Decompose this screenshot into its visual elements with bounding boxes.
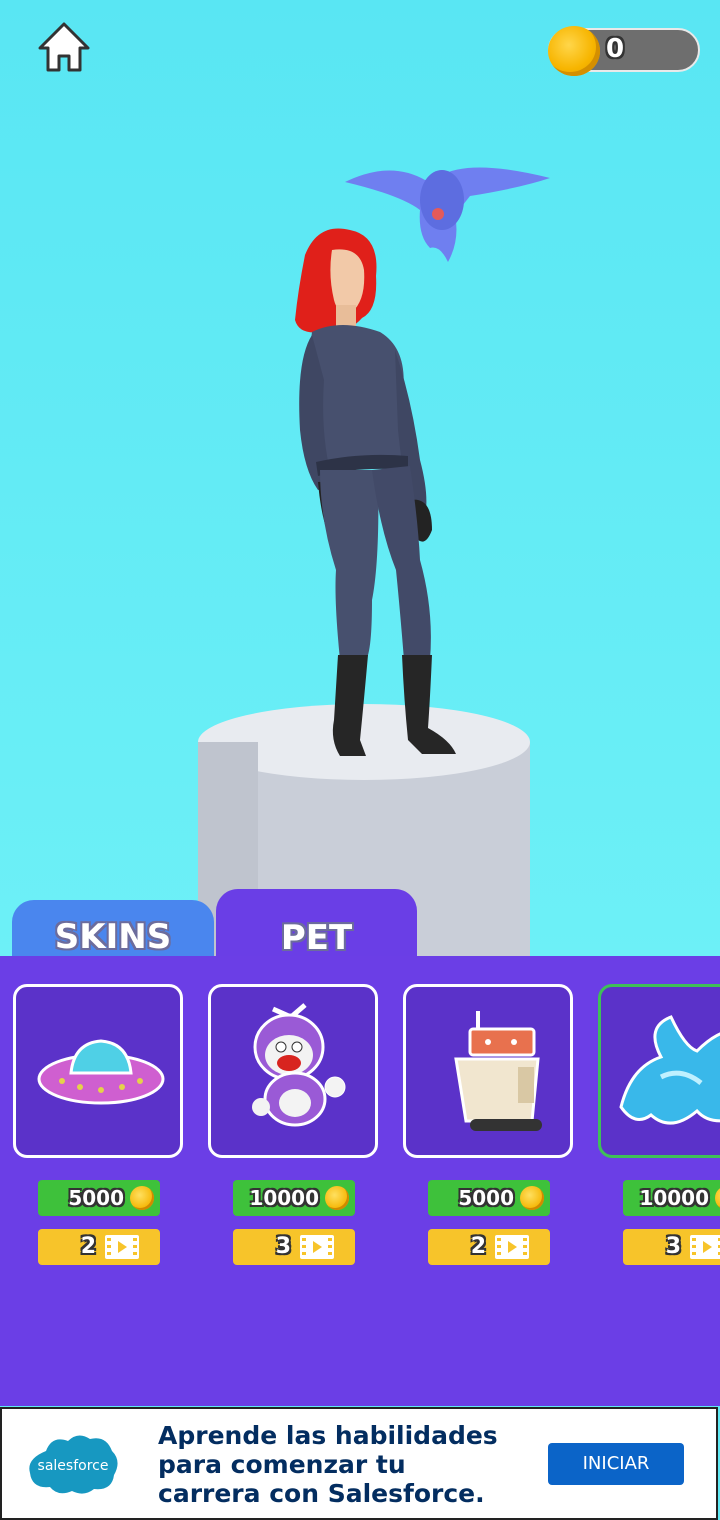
- salesforce-logo: salesforce: [29, 1435, 118, 1494]
- home-icon: [38, 22, 90, 72]
- home-button[interactable]: [36, 20, 92, 74]
- coin-icon: [548, 26, 600, 76]
- price-button-ufo[interactable]: 5000: [38, 1180, 160, 1216]
- iniciar-button[interactable]: INICIAR: [548, 1443, 684, 1485]
- price-button-propeller-cat[interactable]: 10000: [233, 1180, 355, 1216]
- pet-card-robot[interactable]: [403, 984, 573, 1158]
- ufo-pet-icon: [37, 1039, 165, 1105]
- price-button-robot[interactable]: 5000: [428, 1180, 550, 1216]
- coin-icon: [325, 1186, 349, 1210]
- pet-card-propeller-cat[interactable]: [208, 984, 378, 1158]
- coin-icon: [520, 1186, 544, 1210]
- coin-count: 0: [606, 34, 625, 64]
- ads-count: 3: [665, 1234, 681, 1259]
- coin-counter: 0: [548, 26, 700, 76]
- coin-icon: [130, 1186, 154, 1210]
- video-icon: [690, 1235, 720, 1259]
- price-value: 10000: [639, 1186, 709, 1210]
- video-icon: [495, 1235, 529, 1259]
- dragon-pet: [345, 167, 550, 262]
- price-value: 5000: [458, 1186, 514, 1210]
- salesforce-logo-text: salesforce: [38, 1458, 109, 1474]
- watch-ad-button-propeller-cat[interactable]: 3: [233, 1229, 355, 1265]
- tab-pet[interactable]: PET: [216, 889, 417, 959]
- character-preview: [198, 167, 550, 958]
- propeller-cat-pet-icon: [252, 1003, 346, 1127]
- price-value: 5000: [68, 1186, 124, 1210]
- price-value: 10000: [249, 1186, 319, 1210]
- video-icon: [105, 1235, 139, 1259]
- game-scene: 0: [0, 0, 720, 958]
- tab-skins[interactable]: SKINS: [12, 900, 214, 958]
- pet-card-ufo[interactable]: [13, 984, 183, 1158]
- robot-pet-icon: [454, 1011, 542, 1131]
- player-character: [295, 228, 456, 756]
- watch-ad-button-ufo[interactable]: 2: [38, 1229, 160, 1265]
- watch-ad-button-robot[interactable]: 2: [428, 1229, 550, 1265]
- pet-card-ice-dragon[interactable]: [598, 984, 720, 1158]
- ads-count: 2: [80, 1234, 96, 1259]
- ad-banner[interactable]: salesforce Aprende las habilidades para …: [0, 1407, 718, 1520]
- watch-ad-button-ice-dragon[interactable]: 3: [623, 1229, 720, 1265]
- ads-count: 2: [470, 1234, 486, 1259]
- banner-headline: Aprende las habilidades para comenzar tu…: [158, 1421, 498, 1508]
- coin-icon: [715, 1186, 720, 1210]
- price-button-ice-dragon[interactable]: 10000: [623, 1180, 720, 1216]
- video-icon: [300, 1235, 334, 1259]
- ice-dragon-pet-icon: [619, 1015, 720, 1125]
- ads-count: 3: [275, 1234, 291, 1259]
